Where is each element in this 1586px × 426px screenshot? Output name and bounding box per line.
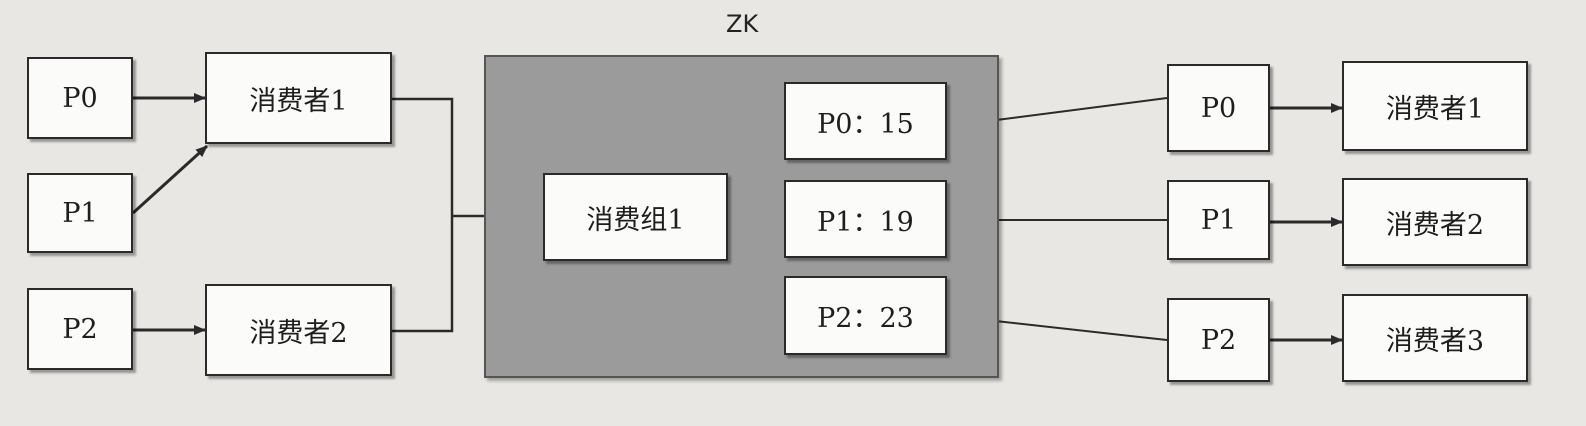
consumer-group-box: 消费组1 bbox=[543, 173, 728, 261]
offset-p1: P1：19 bbox=[784, 180, 947, 258]
right-partition-p2: P2 bbox=[1167, 298, 1270, 382]
zk-title: ZK bbox=[726, 10, 759, 38]
arrow-p1-consumer1 bbox=[131, 144, 209, 215]
left-partition-p1: P1 bbox=[27, 173, 133, 253]
offset-p2: P2：23 bbox=[784, 276, 947, 355]
right-partition-p1: P1 bbox=[1167, 180, 1270, 260]
right-consumer-1: 消费者1 bbox=[1342, 61, 1528, 151]
right-partition-p0: P0 bbox=[1167, 64, 1270, 152]
right-consumer-3: 消费者3 bbox=[1342, 294, 1528, 382]
left-consumer-2: 消费者2 bbox=[205, 284, 392, 376]
offset-p0: P0：15 bbox=[784, 82, 947, 160]
right-consumer-2: 消费者2 bbox=[1342, 178, 1528, 266]
left-partition-p0: P0 bbox=[27, 57, 133, 139]
left-partition-p2: P2 bbox=[27, 288, 133, 370]
left-consumer-1: 消费者1 bbox=[205, 52, 392, 144]
consumer-group-diagram: ZK P0 P1 P2 消费者1 消费者2 消费组1 P0：15 P1：19 P… bbox=[0, 0, 1586, 426]
bracket-consumers-to-group bbox=[392, 97, 454, 333]
